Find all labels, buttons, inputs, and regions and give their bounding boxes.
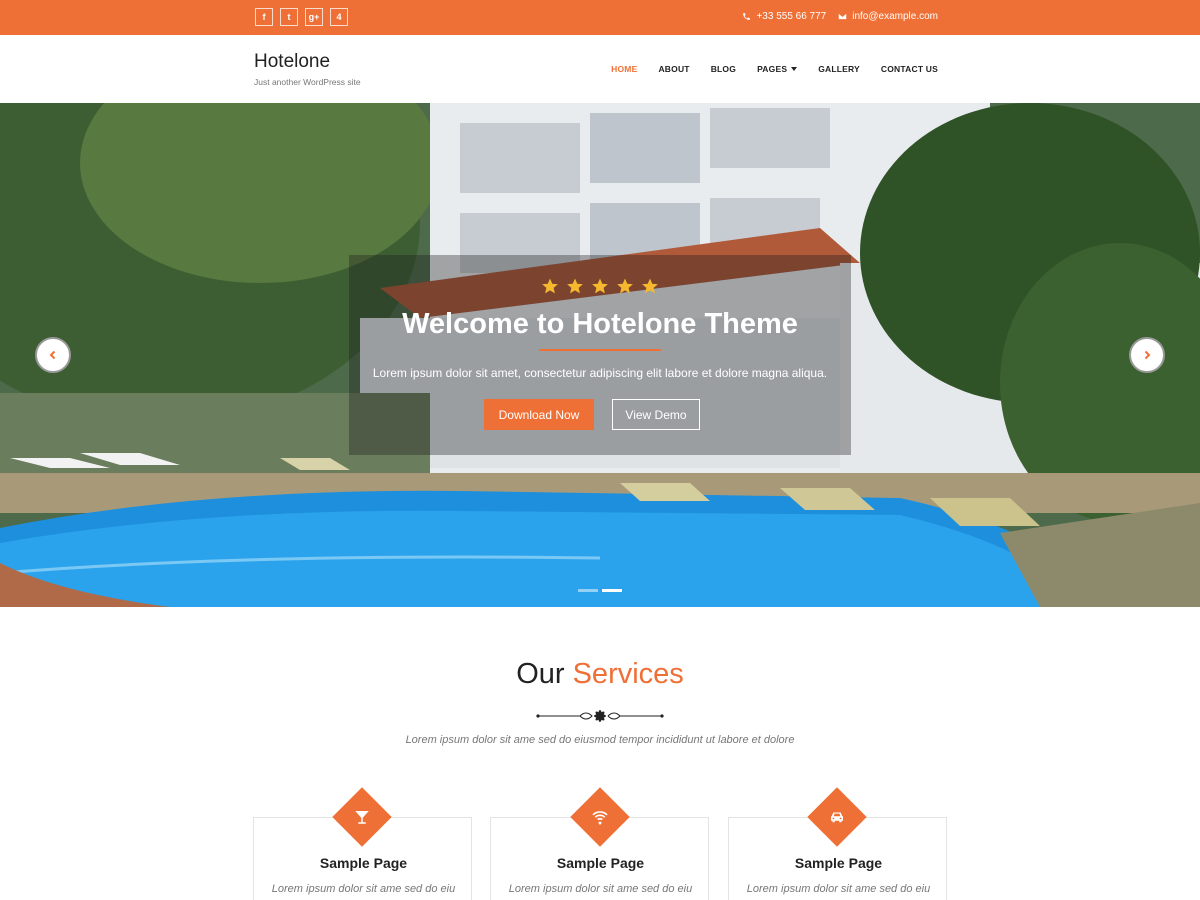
contact-info: +33 555 66 777 info@example.com [742,11,938,22]
site-title[interactable]: Hotelone [254,51,361,73]
phone-contact[interactable]: +33 555 66 777 [742,11,826,22]
service-card-title[interactable]: Sample Page [254,855,473,871]
nav-gallery[interactable]: GALLERY [818,64,860,74]
download-now-button[interactable]: Download Now [484,399,594,430]
service-card-text: Lorem ipsum dolor sit ame sed do eiu [271,883,456,895]
rating-stars [0,277,1200,295]
chevron-right-icon [1144,350,1151,360]
star-icon [617,278,633,294]
slider-dot[interactable] [578,589,598,592]
social-links: f t g+ 4 [255,8,348,26]
email-address: info@example.com [852,11,938,22]
hero-subtitle: Lorem ipsum dolor sit amet, consectetur … [372,366,828,380]
nav-home[interactable]: HOME [611,64,637,74]
main-nav: HOME ABOUT BLOG PAGES GALLERY CONTACT US [611,64,938,74]
brand: Hotelone Just another WordPress site [254,51,361,87]
facebook-icon[interactable]: f [255,8,273,26]
star-icon [567,278,583,294]
nav-pages-label: PAGES [757,64,788,74]
services-heading-accent: Services [572,658,684,690]
chevron-left-icon [49,350,56,360]
service-card-title[interactable]: Sample Page [729,855,948,871]
service-card-text: Lorem ipsum dolor sit ame sed do eiu [746,883,931,895]
hero-slider: Welcome to Hotelone Theme Lorem ipsum do… [0,103,1200,607]
hero-title: Welcome to Hotelone Theme [402,308,798,340]
caret-down-icon [791,67,798,71]
services-subtitle: Lorem ipsum dolor sit ame sed do eiusmod… [405,734,795,746]
slider-dot-active[interactable] [602,589,622,592]
envelope-icon [839,13,847,20]
slider-prev-button[interactable] [35,337,71,373]
slider-dots [578,589,622,592]
star-icon [592,278,608,294]
ornament-divider-icon [536,710,664,722]
site-tagline: Just another WordPress site [254,77,361,87]
slider-next-button[interactable] [1129,337,1165,373]
twitter-icon[interactable]: t [280,8,298,26]
star-icon [542,278,558,294]
view-demo-button[interactable]: View Demo [612,399,700,430]
foursquare-icon[interactable]: 4 [330,8,348,26]
top-bar: f t g+ 4 +33 555 66 777 info@example.com [0,0,1200,35]
services-heading: Our Services [0,658,1200,691]
email-contact[interactable]: info@example.com [838,11,938,22]
nav-contact-us[interactable]: CONTACT US [881,64,938,74]
hero-title-underline [539,349,661,351]
star-icon [642,278,658,294]
google-plus-icon[interactable]: g+ [305,8,323,26]
phone-number: +33 555 66 777 [756,11,827,22]
service-card-title[interactable]: Sample Page [491,855,710,871]
services-heading-plain: Our [516,658,565,690]
site-header: Hotelone Just another WordPress site HOM… [0,35,1200,103]
phone-icon [743,13,751,20]
service-card-text: Lorem ipsum dolor sit ame sed do eiu [508,883,693,895]
nav-blog[interactable]: BLOG [711,64,736,74]
nav-about[interactable]: ABOUT [658,64,689,74]
nav-pages[interactable]: PAGES [757,64,798,74]
